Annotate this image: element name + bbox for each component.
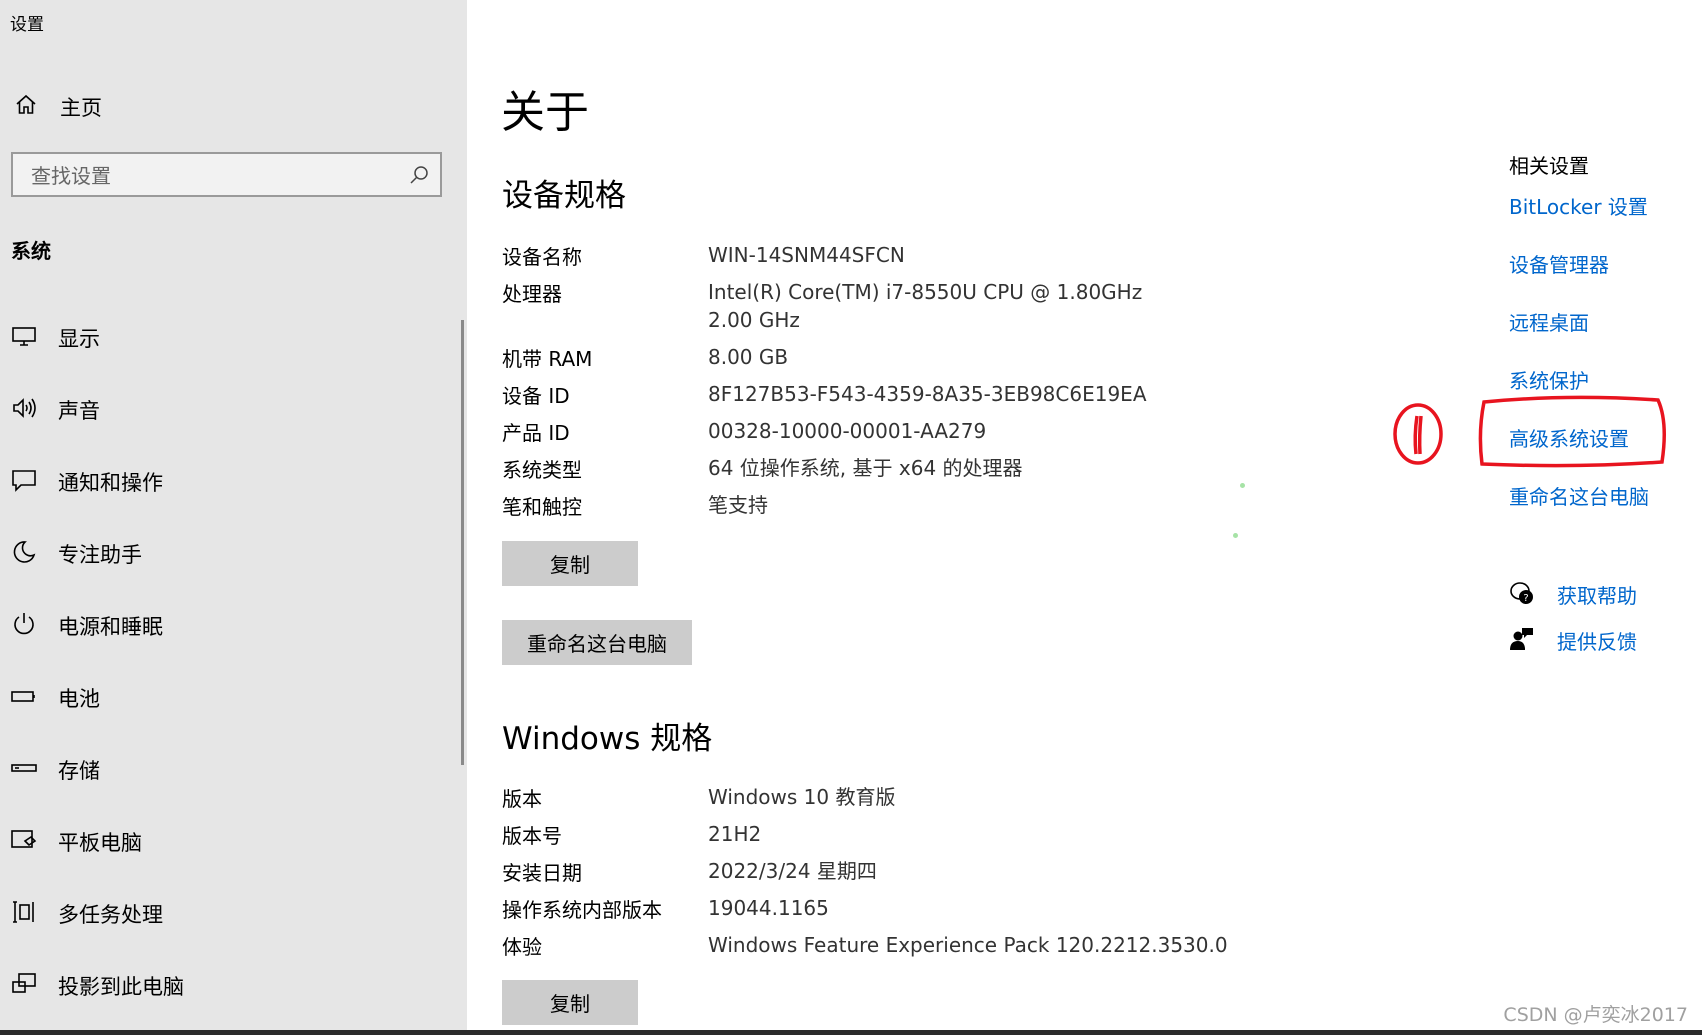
spec-key: 体验: [502, 935, 542, 959]
tablet-icon: [11, 830, 37, 848]
annotation-highlight-box: [1478, 395, 1666, 468]
spec-value: 笔支持: [708, 493, 768, 517]
page-title: 关于: [501, 87, 589, 138]
sidebar-item-label: 通知和操作: [58, 471, 163, 495]
taskbar-edge: [0, 1030, 1702, 1035]
bitlocker-settings-link[interactable]: BitLocker 设置: [1509, 191, 1648, 220]
sidebar-item-storage[interactable]: 存储: [0, 743, 460, 793]
svg-text:?: ?: [1523, 593, 1528, 604]
spec-value: Intel(R) Core(TM) i7-8550U CPU @ 1.80GHz…: [708, 280, 1143, 332]
sidebar-item-label: 电源和睡眠: [58, 615, 163, 639]
device-specs-heading: 设备规格: [502, 178, 626, 214]
sidebar-item-label: 投影到此电脑: [58, 975, 184, 999]
feedback-icon: [1510, 628, 1533, 650]
windows-specs-heading: Windows 规格: [502, 721, 713, 757]
notification-icon: [12, 470, 36, 492]
related-settings-heading: 相关设置: [1509, 154, 1589, 178]
annotation-mark: ①: [1393, 403, 1443, 465]
get-help-label: 获取帮助: [1557, 584, 1637, 608]
sidebar-item-project[interactable]: 投影到此电脑: [0, 959, 460, 1009]
stray-dot: [1240, 483, 1245, 488]
spec-value: WIN-14SNM44SFCN: [708, 243, 905, 267]
section-label: 系统: [11, 239, 51, 263]
multitask-icon: [13, 901, 34, 923]
watermark: CSDN @卢奕冰2017: [1503, 1004, 1688, 1026]
sidebar-item-home[interactable]: 主页: [0, 82, 460, 128]
sidebar-item-label: 声音: [58, 399, 100, 423]
sidebar-item-label: 平板电脑: [58, 831, 142, 855]
search-input[interactable]: [29, 160, 403, 192]
copy-windows-specs-button[interactable]: 复制: [502, 980, 638, 1025]
spec-value: Windows Feature Experience Pack 120.2212…: [708, 933, 1228, 957]
device-manager-link[interactable]: 设备管理器: [1509, 249, 1609, 278]
spec-value: 8.00 GB: [708, 345, 789, 369]
monitor-icon: [12, 327, 36, 346]
window-title: 设置: [10, 15, 44, 35]
spec-key: 版本号: [502, 824, 562, 848]
sidebar-item-label: 专注助手: [58, 543, 142, 567]
storage-icon: [11, 764, 37, 772]
spec-value: 00328-10000-00001-AA279: [708, 419, 987, 443]
sidebar-item-label: 主页: [60, 96, 102, 120]
spec-key: 设备 ID: [502, 384, 570, 408]
spec-value: 2022/3/24 星期四: [708, 859, 877, 883]
spec-key: 处理器: [502, 282, 562, 306]
sidebar-item-label: 存储: [58, 759, 100, 783]
rename-pc-button[interactable]: 重命名这台电脑: [502, 620, 692, 665]
sidebar-item-focus-assist[interactable]: 专注助手: [0, 527, 460, 577]
sidebar-item-sound[interactable]: 声音: [0, 383, 460, 433]
sidebar-scrollbar[interactable]: [461, 320, 464, 765]
sidebar-item-tablet[interactable]: 平板电脑: [0, 815, 460, 865]
home-icon: [16, 94, 36, 114]
search-icon[interactable]: [408, 164, 430, 186]
spec-key: 笔和触控: [502, 495, 582, 519]
sidebar: 设置 主页 系统 显示 声音 通知和操作 专注助手: [0, 0, 467, 1035]
power-icon: [14, 613, 34, 635]
spec-key: 系统类型: [502, 458, 582, 482]
spec-value: 64 位操作系统, 基于 x64 的处理器: [708, 456, 1023, 480]
sidebar-item-label: 显示: [58, 327, 100, 351]
spec-value: 8F127B53-F543-4359-8A35-3EB98C6E19EA: [708, 382, 1147, 406]
remote-desktop-link[interactable]: 远程桌面: [1509, 307, 1589, 336]
stray-dot: [1233, 533, 1238, 538]
copy-device-specs-button[interactable]: 复制: [502, 541, 638, 586]
sidebar-item-battery[interactable]: 电池: [0, 671, 460, 721]
spec-key: 操作系统内部版本: [502, 898, 662, 922]
feedback-label: 提供反馈: [1557, 630, 1637, 654]
help-chat-icon: ?: [1510, 582, 1533, 604]
moon-icon: [13, 541, 36, 563]
sidebar-item-multitasking[interactable]: 多任务处理: [0, 887, 460, 937]
spec-value: 21H2: [708, 822, 762, 846]
sidebar-item-power-sleep[interactable]: 电源和睡眠: [0, 599, 460, 649]
rename-pc-link[interactable]: 重命名这台电脑: [1509, 481, 1649, 510]
spec-key: 设备名称: [502, 245, 582, 269]
spec-key: 产品 ID: [502, 421, 570, 445]
spec-key: 机带 RAM: [502, 347, 593, 371]
speaker-icon: [13, 398, 36, 418]
search-box[interactable]: [11, 152, 442, 197]
spec-key: 版本: [502, 787, 542, 811]
sidebar-item-display[interactable]: 显示: [0, 311, 460, 361]
project-icon: [12, 973, 36, 993]
sidebar-item-notifications[interactable]: 通知和操作: [0, 455, 460, 505]
spec-value: Windows 10 教育版: [708, 785, 896, 809]
sidebar-item-label: 电池: [58, 687, 100, 711]
battery-icon: [11, 691, 35, 702]
sidebar-item-label: 多任务处理: [58, 903, 163, 927]
spec-key: 安装日期: [502, 861, 582, 885]
system-protection-link[interactable]: 系统保护: [1509, 365, 1589, 394]
spec-value: 19044.1165: [708, 896, 829, 920]
